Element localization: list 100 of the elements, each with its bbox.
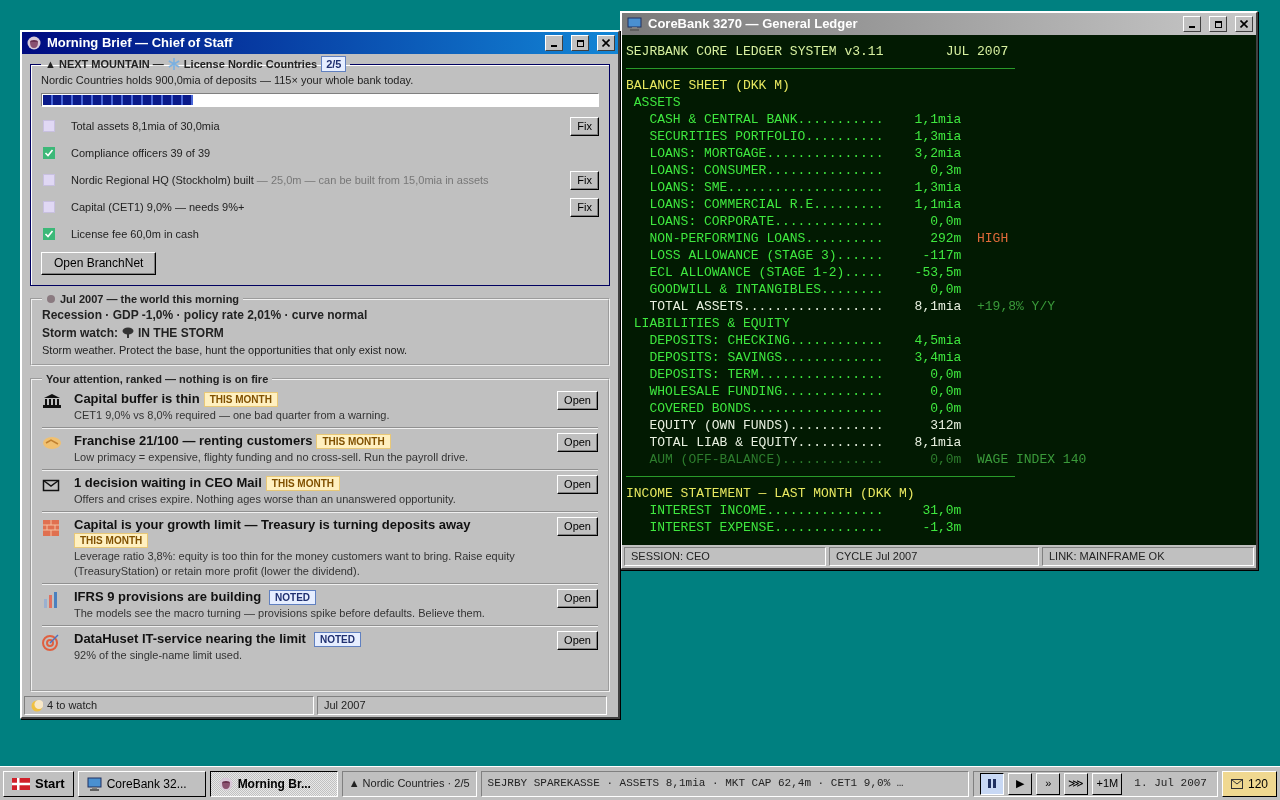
bricks-icon: [42, 519, 60, 537]
storm-label: Storm watch:: [42, 324, 118, 342]
priority-tag: NOTED: [269, 590, 317, 605]
status-text: Jul 2007: [324, 698, 366, 714]
open-branchnet-button[interactable]: Open BranchNet: [41, 251, 157, 275]
section-heading: BALANCE SHEET (DKK M): [626, 77, 790, 94]
minimize-button[interactable]: [545, 35, 563, 51]
flag-icon: [12, 777, 30, 790]
minimize-icon: [551, 45, 557, 47]
ledger-value: 292m: [929, 230, 962, 247]
close-icon: [1240, 20, 1248, 28]
priority-tag: THIS MONTH: [74, 533, 149, 548]
pause-icon: [988, 779, 997, 788]
ledger-label: AUM (OFF-BALANCE).............: [649, 451, 884, 468]
legend-text: Jul 2007 — the world this morning: [60, 291, 240, 306]
ledger-value: 1,3mia: [913, 128, 962, 145]
maximize-icon: [1214, 20, 1222, 28]
ledger-label: LOANS: CORPORATE..............: [649, 213, 884, 230]
taskbar-button[interactable]: CoreBank 32...: [77, 770, 206, 797]
window-title: Morning Brief — Chief of Staff: [47, 34, 234, 53]
ledger-value: 0,0m: [929, 281, 962, 298]
open-button[interactable]: Open: [557, 517, 598, 536]
open-button[interactable]: Open: [557, 589, 598, 608]
status-text: 4 to watch: [47, 698, 98, 714]
speed-button[interactable]: »: [1036, 772, 1061, 795]
item-title: DataHuset IT-service nearing the limit: [74, 631, 306, 646]
mail-icon: [1230, 778, 1243, 789]
ledger-value: -53,5m: [913, 264, 962, 281]
legend-text: Your attention, ranked — nothing is on fire: [46, 372, 269, 386]
fix-button[interactable]: Fix: [570, 116, 599, 136]
priority-tag: NOTED: [313, 632, 361, 647]
group-label: LIABILITIES & EQUITY: [633, 315, 790, 332]
item-title: 1 decision waiting in CEO Mail: [74, 475, 262, 490]
pause-button[interactable]: [980, 772, 1005, 795]
ledger-value: 312m: [929, 417, 962, 434]
ledger-note: +19,8% Y/Y: [977, 298, 1056, 315]
ledger-value: 31,0m: [921, 502, 962, 519]
group-label: ASSETS: [633, 94, 681, 111]
open-button[interactable]: Open: [557, 391, 598, 410]
ledger-label: NON-PERFORMING LOANS..........: [649, 230, 884, 247]
open-button[interactable]: Open: [557, 433, 598, 452]
fix-button[interactable]: Fix: [570, 170, 599, 190]
item-description: Leverage ratio 3,8%: equity is too thin for the money customers want to bring. Raise equity (TreasuryStation) or retain more profit (lower the dividend).: [74, 549, 516, 579]
ledger-value: 0,0m: [929, 366, 962, 383]
terminal-text: JUL 2007: [945, 43, 1009, 60]
priority-tag: THIS MONTH: [265, 476, 341, 491]
window-title: CoreBank 3270 — General Ledger: [648, 15, 859, 34]
status-field: SESSION: CEO: [624, 547, 826, 566]
news-ticker: SEJRBY SPAREKASSE · ASSETS 8,1mia · MKT CAP 62,4m · CET1 9,0% …: [480, 770, 970, 797]
ledger-label: LOSS ALLOWANCE (STAGE 3)......: [649, 247, 884, 264]
minimize-button[interactable]: [1183, 16, 1201, 32]
ledger-value: 0,0m: [929, 383, 962, 400]
open-button[interactable]: Open: [557, 631, 598, 650]
ledger-label: DEPOSITS: TERM................: [649, 366, 884, 383]
item-description: 92% of the single-name limit used.: [74, 648, 244, 663]
ledger-label: SECURITIES PORTFOLIO..........: [649, 128, 884, 145]
checklist-text: Capital (CET1) 9,0% — needs 9%+: [71, 199, 246, 215]
item-title: Capital buffer is thin: [74, 391, 200, 406]
start-button[interactable]: Start: [3, 770, 74, 797]
ledger-label: LOANS: CONSUMER...............: [649, 162, 884, 179]
speed-button[interactable]: +1M: [1092, 772, 1123, 795]
date-text: 1. Jul 2007: [1134, 776, 1207, 792]
maximize-button[interactable]: [571, 35, 589, 51]
ledger-value: 3,2mia: [913, 145, 962, 162]
ledger-label: LOANS: COMMERCIAL R.E.........: [649, 196, 884, 213]
ledger-value: 0,3m: [929, 162, 962, 179]
close-button[interactable]: [1235, 16, 1253, 32]
speed-button[interactable]: ⋙: [1064, 772, 1089, 795]
status-field: CYCLE Jul 2007: [829, 547, 1039, 566]
ledger-label: INTEREST EXPENSE..............: [649, 519, 884, 536]
ledger-label: TOTAL LIAB & EQUITY...........: [649, 434, 884, 451]
ledger-label: GOODWILL & INTANGIBLES........: [649, 281, 884, 298]
open-button[interactable]: Open: [557, 475, 598, 494]
ledger-value: 0,0m: [929, 451, 962, 468]
ledger-label: LOANS: MORTGAGE...............: [649, 145, 884, 162]
taskbar-button[interactable]: Morning Br...: [209, 770, 338, 797]
checklist-text: License fee 60,0m in cash: [71, 226, 200, 242]
item-title: Capital is your growth limit — Treasury is turning deposits away: [74, 517, 471, 532]
minimize-icon: [1189, 26, 1195, 28]
ledger-value: 8,1mia: [913, 298, 962, 315]
close-button[interactable]: [597, 35, 615, 51]
ledger-value: 1,1mia: [913, 111, 962, 128]
priority-tag: THIS MONTH: [203, 392, 278, 407]
maximize-button[interactable]: [1209, 16, 1227, 32]
ledger-value: 0,0m: [929, 213, 962, 230]
fix-button[interactable]: Fix: [570, 197, 599, 217]
mail-button[interactable]: 120: [1221, 770, 1277, 797]
mail-icon: [42, 478, 60, 493]
checklist-text: Total assets 8,1mia of 30,0mia: [71, 118, 221, 134]
ledger-label: INTEREST INCOME...............: [649, 502, 884, 519]
ledger-label: CASH & CENTRAL BANK...........: [649, 111, 884, 128]
legend-text: ▲ NEXT MOUNTAIN —: [45, 57, 164, 71]
ledger-label: DEPOSITS: SAVINGS.............: [649, 349, 884, 366]
ledger-label: DEPOSITS: CHECKING............: [649, 332, 884, 349]
ledger-label: TOTAL ASSETS..................: [649, 298, 884, 315]
checklist-text: Compliance officers 39 of 39: [71, 145, 212, 161]
moon-icon: [31, 699, 43, 712]
speed-button[interactable]: ▶: [1008, 772, 1033, 795]
ledger-label: LOANS: SME....................: [649, 179, 884, 196]
monitor-icon: [86, 776, 102, 791]
